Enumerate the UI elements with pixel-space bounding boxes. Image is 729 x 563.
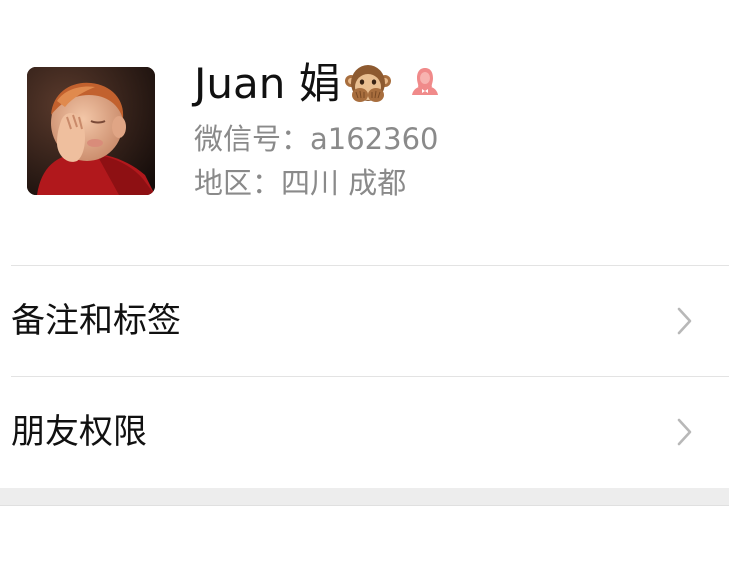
- section-separator: [0, 488, 729, 506]
- region: 地区：四川 成都: [194, 166, 407, 200]
- avatar-image: [27, 67, 155, 195]
- contact-name: Juan 娟: [194, 59, 341, 108]
- see-no-evil-monkey-icon: [344, 61, 391, 107]
- wechat-id: 微信号：a162360: [194, 122, 439, 156]
- remarks-and-tags-item[interactable]: 备注和标签: [0, 266, 729, 376]
- chevron-right-icon: [675, 306, 695, 336]
- avatar[interactable]: [27, 67, 155, 195]
- chevron-right-icon: [675, 417, 695, 447]
- profile-header: Juan 娟 微信号：a162360 地区：四川 成都: [0, 0, 729, 266]
- name-row: Juan 娟: [194, 56, 441, 112]
- friend-permissions-label: 朋友权限: [11, 412, 147, 452]
- friend-permissions-item[interactable]: 朋友权限: [0, 377, 729, 487]
- contact-profile-page: Juan 娟 微信号：a162360 地区：四川 成都 备注和标签 朋友权限: [0, 0, 729, 563]
- female-user-icon: [409, 65, 441, 97]
- next-section: [0, 506, 729, 563]
- remarks-and-tags-label: 备注和标签: [11, 301, 181, 341]
